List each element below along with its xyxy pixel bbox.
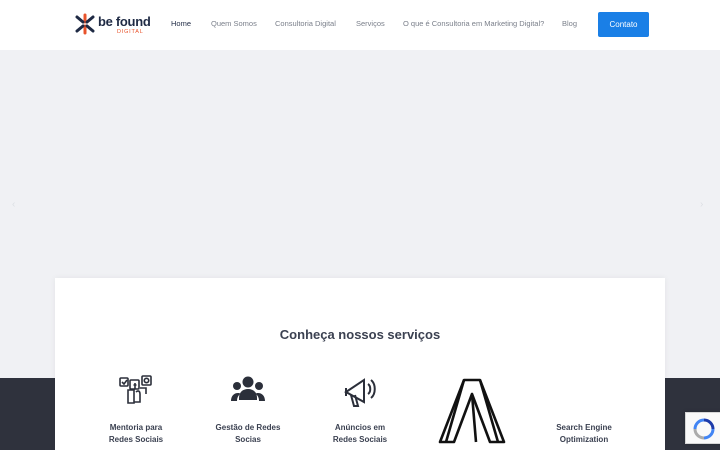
logo-mark-icon	[75, 13, 95, 35]
logo-subtitle: DIGITAL	[117, 29, 144, 35]
nav-item-servicos[interactable]: Serviços	[356, 19, 385, 28]
service-label: Anúncios em Redes Sociais	[332, 423, 388, 444]
nav-item-quem-somos[interactable]: Quem Somos	[211, 19, 257, 28]
seo-icon	[528, 374, 640, 410]
users-icon	[231, 376, 265, 401]
service-anuncios[interactable]: Anúncios em Redes Sociais	[304, 374, 416, 444]
nav-item-o-que-e-consultoria[interactable]: O que é Consultoria em Marketing Digital…	[403, 19, 544, 28]
service-seo[interactable]: Search Engine Optimization	[528, 374, 640, 444]
service-label: Gestão de Redes Socias	[215, 423, 281, 444]
slider-prev-icon[interactable]: ‹	[12, 200, 20, 210]
contato-button[interactable]: Contato	[598, 12, 649, 37]
recaptcha-badge[interactable]	[685, 412, 720, 444]
site-header: be found DIGITAL Home Quem Somos Consult…	[0, 0, 720, 50]
service-gestao-redes[interactable]: Gestão de Redes Socias	[192, 374, 304, 444]
recaptcha-icon	[693, 418, 715, 440]
service-label: Mentoria para Redes Sociais	[108, 423, 164, 444]
nav-item-blog[interactable]: Blog	[562, 19, 577, 28]
brand-logo[interactable]: be found DIGITAL	[74, 13, 151, 37]
megaphone-icon	[344, 378, 376, 407]
social-media-icon	[119, 375, 152, 404]
logo-wordmark: be found	[98, 14, 151, 29]
service-mentoria[interactable]: Mentoria para Redes Sociais	[80, 374, 192, 444]
nav-item-consultoria-digital[interactable]: Consultoria Digital	[275, 19, 336, 28]
ads-logo-icon	[438, 378, 506, 444]
services-title: Conheça nossos serviços	[279, 327, 441, 342]
service-ads-logo[interactable]	[416, 378, 528, 446]
service-label: Search Engine Optimization	[556, 423, 612, 444]
services-card: Conheça nossos serviços Mentoria para Re…	[55, 278, 665, 450]
nav-item-home[interactable]: Home	[171, 19, 191, 28]
slider-next-icon[interactable]: ›	[700, 200, 708, 210]
